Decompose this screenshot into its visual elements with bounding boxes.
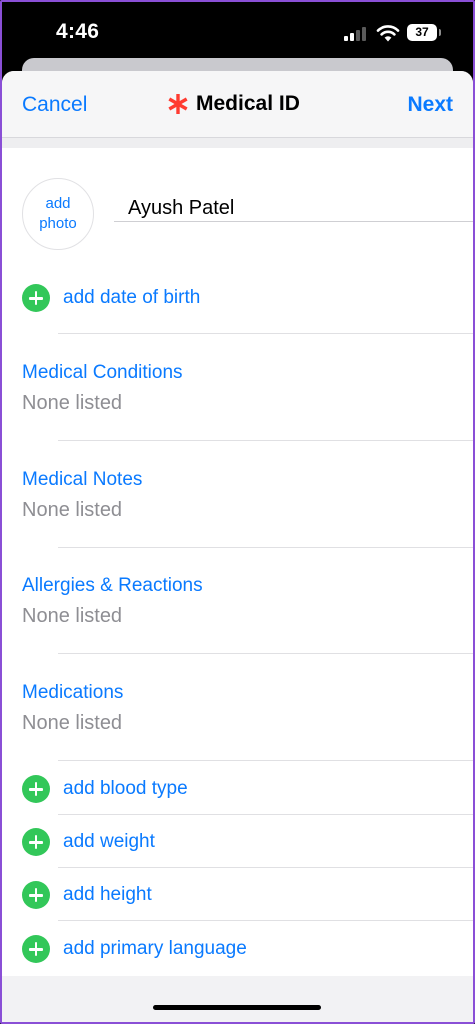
cancel-button[interactable]: Cancel: [22, 93, 87, 117]
plus-circle-icon: [22, 828, 50, 856]
section-value: None listed: [22, 499, 123, 521]
section-title: Allergies & Reactions: [22, 575, 203, 596]
status-time: 4:46: [56, 20, 100, 43]
plus-circle-icon: [22, 284, 50, 312]
battery-icon: 37: [407, 24, 441, 41]
add-height-label: add height: [63, 884, 152, 905]
home-indicator[interactable]: [153, 1005, 321, 1010]
divider: [58, 867, 473, 868]
medical-id-sheet: Cancel Medical ID Next add photo Ayush P…: [2, 71, 473, 1022]
cellular-signal-icon: [344, 27, 370, 41]
divider: [58, 920, 473, 921]
plus-circle-icon: [22, 935, 50, 963]
page-title-text: Medical ID: [196, 92, 300, 115]
name-field[interactable]: Ayush Patel: [114, 188, 473, 222]
add-weight-label: add weight: [63, 831, 155, 852]
add-weight-button[interactable]: add weight: [22, 827, 155, 857]
divider: [58, 440, 473, 441]
add-photo-label-line2: photo: [39, 215, 77, 232]
section-value: None listed: [22, 712, 123, 734]
divider: [58, 333, 473, 334]
add-photo-label-line1: add: [45, 195, 71, 212]
asterisk-icon: [168, 94, 188, 114]
section-allergies-reactions[interactable]: Allergies & Reactions None listed: [22, 575, 203, 628]
plus-circle-icon: [22, 881, 50, 909]
navigation-bar: Cancel Medical ID Next: [2, 71, 473, 138]
section-value: None listed: [22, 392, 123, 414]
section-medications[interactable]: Medications None listed: [22, 682, 123, 735]
section-medical-conditions[interactable]: Medical Conditions None listed: [22, 362, 183, 415]
status-bar: 4:46 37: [0, 0, 475, 62]
section-value: None listed: [22, 605, 123, 627]
bottom-area: [2, 976, 473, 1022]
page-title: Medical ID: [166, 92, 300, 116]
add-height-button[interactable]: add height: [22, 880, 152, 910]
section-title: Medical Conditions: [22, 362, 183, 383]
add-primary-language-button[interactable]: add primary language: [22, 934, 247, 964]
divider: [58, 653, 473, 654]
next-button[interactable]: Next: [407, 93, 453, 117]
add-blood-type-label: add blood type: [63, 778, 188, 799]
section-title: Medical Notes: [22, 469, 143, 490]
wifi-icon: [376, 25, 400, 42]
section-medical-notes[interactable]: Medical Notes None listed: [22, 469, 142, 522]
divider: [58, 760, 473, 761]
add-date-of-birth-button[interactable]: add date of birth: [22, 283, 200, 313]
plus-circle-icon: [22, 775, 50, 803]
divider: [58, 814, 473, 815]
add-photo-button[interactable]: add photo: [22, 178, 94, 250]
header-separator: [2, 138, 473, 148]
add-blood-type-button[interactable]: add blood type: [22, 774, 188, 804]
add-primary-language-label: add primary language: [63, 938, 247, 959]
section-title: Medications: [22, 682, 124, 703]
divider: [58, 547, 473, 548]
add-date-of-birth-label: add date of birth: [63, 287, 201, 308]
name-value: Ayush Patel: [128, 197, 235, 219]
